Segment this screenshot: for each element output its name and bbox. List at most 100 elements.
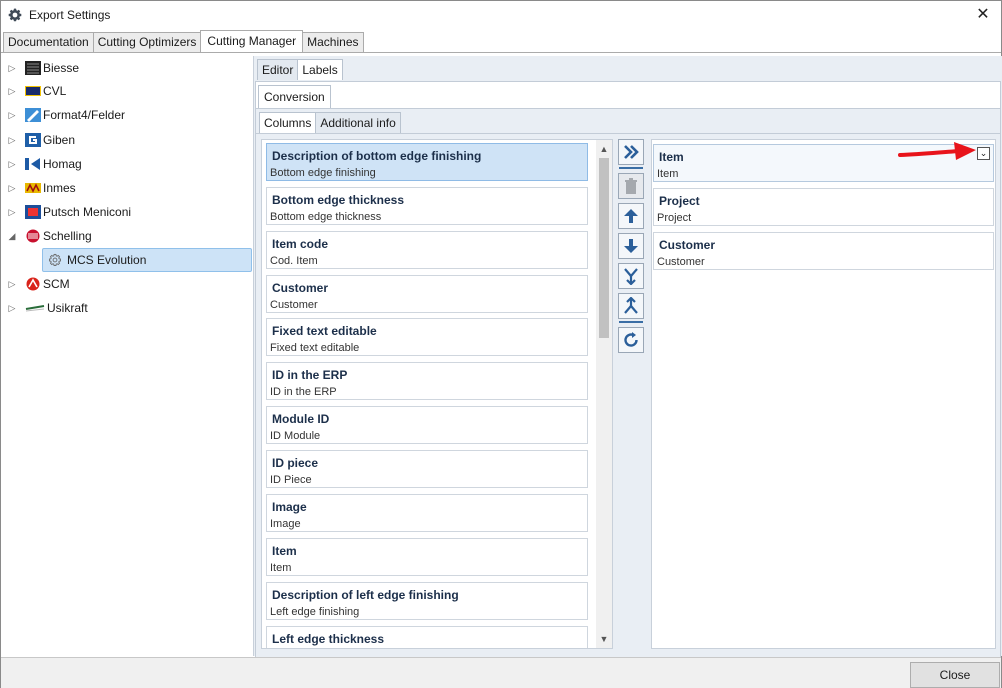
tab-machines[interactable]: Machines bbox=[302, 32, 364, 52]
tree-item-label: Schelling bbox=[43, 229, 92, 243]
refresh-icon bbox=[624, 332, 638, 347]
tab-conversion[interactable]: Conversion bbox=[258, 85, 331, 108]
list-item[interactable]: Left edge thickness bbox=[266, 626, 588, 648]
tab-divider bbox=[1, 52, 1001, 53]
list-item[interactable]: Module ID ID Module bbox=[266, 406, 588, 444]
editor-labels-tabs: Editor Labels bbox=[257, 59, 343, 81]
tree-item-format4-felder[interactable]: ▷ Format4/Felder bbox=[7, 104, 125, 126]
list-item[interactable]: Customer Customer bbox=[653, 232, 994, 270]
collapse-arrow-icon[interactable]: ◢ bbox=[7, 231, 17, 241]
expand-arrow-icon[interactable]: ▷ bbox=[7, 183, 17, 193]
tab-labels[interactable]: Labels bbox=[297, 59, 343, 80]
split-icon bbox=[624, 297, 638, 314]
arrow-up-icon bbox=[624, 209, 638, 223]
selected-columns-list[interactable]: Item Item ⌄ Project Project Customer Cus… bbox=[651, 139, 996, 649]
manufacturer-tree: ▷ Biesse ▷ CVL ▷ Format4/Felder ▷ Giben … bbox=[1, 56, 253, 656]
expand-arrow-icon[interactable]: ▷ bbox=[7, 207, 17, 217]
expand-arrow-icon[interactable]: ▷ bbox=[7, 63, 17, 73]
close-button[interactable]: Close bbox=[910, 662, 1000, 688]
expand-arrow-icon[interactable]: ▷ bbox=[7, 135, 17, 145]
expand-arrow-icon[interactable]: ▷ bbox=[7, 159, 17, 169]
window-title: Export Settings bbox=[29, 8, 111, 22]
gear-icon bbox=[8, 8, 22, 22]
add-column-button[interactable] bbox=[618, 139, 644, 165]
tab-cutting-manager[interactable]: Cutting Manager bbox=[200, 30, 304, 52]
schelling-logo-icon bbox=[26, 229, 40, 243]
merge-button[interactable] bbox=[618, 263, 644, 289]
gear-icon bbox=[49, 253, 61, 266]
usikraft-logo-icon bbox=[25, 305, 45, 312]
list-item[interactable]: Customer Customer bbox=[266, 275, 588, 313]
labels-pane: Conversion Columns Additional info Descr… bbox=[255, 81, 1001, 658]
tree-item-label: Giben bbox=[43, 133, 76, 147]
list-item[interactable]: Item code Cod. Item bbox=[266, 231, 588, 269]
tab-columns[interactable]: Columns bbox=[259, 112, 317, 133]
toolbar-separator bbox=[619, 321, 643, 323]
inmes-logo-icon bbox=[25, 183, 41, 193]
expand-arrow-icon[interactable]: ▷ bbox=[7, 86, 17, 96]
columns-area: Description of bottom edge finishing Bot… bbox=[256, 133, 1000, 658]
top-tab-bar: Documentation Cutting Optimizers Cutting… bbox=[3, 30, 364, 52]
dialog-footer: Close bbox=[1, 657, 1001, 688]
expand-arrow-icon[interactable]: ▷ bbox=[7, 279, 17, 289]
expand-arrow-icon[interactable]: ▷ bbox=[7, 110, 17, 120]
tree-item-mcs-evolution[interactable]: MCS Evolution bbox=[42, 248, 252, 272]
tree-item-homag[interactable]: ▷ Homag bbox=[7, 153, 82, 175]
list-item[interactable]: ID in the ERP ID in the ERP bbox=[266, 362, 588, 400]
available-columns-list[interactable]: Description of bottom edge finishing Bot… bbox=[261, 139, 613, 649]
tree-item-label: Putsch Meniconi bbox=[43, 205, 132, 219]
list-item[interactable]: Description of left edge finishing Left … bbox=[266, 582, 588, 620]
tree-item-label: Homag bbox=[43, 157, 82, 171]
list-item[interactable]: Item Item bbox=[266, 538, 588, 576]
tree-item-schelling[interactable]: ◢ Schelling bbox=[7, 225, 92, 247]
split-button[interactable] bbox=[618, 293, 644, 319]
title-bar: Export Settings ✕ bbox=[1, 1, 1001, 29]
tree-item-cvl[interactable]: ▷ CVL bbox=[7, 80, 67, 102]
expand-arrow-icon[interactable]: ▷ bbox=[7, 303, 17, 313]
tab-cutting-optimizers[interactable]: Cutting Optimizers bbox=[92, 32, 202, 52]
list-item[interactable]: Project Project bbox=[653, 188, 994, 226]
tree-item-label: Usikraft bbox=[47, 301, 88, 315]
export-settings-window: Export Settings ✕ Documentation Cutting … bbox=[0, 0, 1002, 688]
tree-item-scm[interactable]: ▷ SCM bbox=[7, 273, 70, 295]
tree-item-putsch-meniconi[interactable]: ▷ Putsch Meniconi bbox=[7, 201, 131, 223]
double-chevron-right-icon bbox=[624, 145, 639, 159]
expand-details-icon[interactable]: ⌄ bbox=[977, 147, 990, 160]
tab-additional-info[interactable]: Additional info bbox=[315, 112, 401, 133]
tree-item-giben[interactable]: ▷ Giben bbox=[7, 129, 75, 151]
biesse-logo-icon bbox=[25, 61, 41, 75]
tree-item-label: CVL bbox=[43, 84, 67, 98]
scrollbar-thumb[interactable] bbox=[599, 158, 609, 338]
format4-logo-icon bbox=[25, 108, 41, 122]
tab-documentation[interactable]: Documentation bbox=[3, 32, 94, 52]
vertical-scrollbar[interactable]: ▲ ▼ bbox=[596, 140, 612, 648]
tab-editor[interactable]: Editor bbox=[257, 59, 299, 80]
tree-item-label: SCM bbox=[43, 277, 70, 291]
toolbar-separator bbox=[619, 167, 643, 169]
reset-button[interactable] bbox=[618, 327, 644, 353]
move-up-button[interactable] bbox=[618, 203, 644, 229]
tree-item-biesse[interactable]: ▷ Biesse bbox=[7, 57, 79, 79]
putsch-logo-icon bbox=[25, 205, 41, 219]
homag-logo-icon bbox=[25, 158, 40, 170]
scroll-up-icon[interactable]: ▲ bbox=[596, 142, 612, 156]
move-down-button[interactable] bbox=[618, 233, 644, 259]
window-close-icon[interactable]: ✕ bbox=[973, 5, 993, 25]
list-item[interactable]: ID piece ID Piece bbox=[266, 450, 588, 488]
delete-column-button[interactable] bbox=[618, 173, 644, 199]
tree-item-inmes[interactable]: ▷ Inmes bbox=[7, 177, 76, 199]
tree-item-label: MCS Evolution bbox=[67, 253, 147, 267]
scroll-down-icon[interactable]: ▼ bbox=[596, 632, 612, 646]
settings-panel: Editor Labels Conversion Columns Additio… bbox=[253, 56, 1002, 658]
column-toolbar bbox=[618, 139, 644, 379]
list-item[interactable]: Image Image bbox=[266, 494, 588, 532]
scm-logo-icon bbox=[26, 277, 40, 291]
tree-item-label: Format4/Felder bbox=[43, 108, 126, 122]
annotation-arrow-icon bbox=[898, 142, 976, 160]
list-item[interactable]: Description of bottom edge finishing Bot… bbox=[266, 143, 588, 181]
list-item[interactable]: Bottom edge thickness Bottom edge thickn… bbox=[266, 187, 588, 225]
giben-logo-icon bbox=[25, 133, 41, 147]
tree-item-usikraft[interactable]: ▷ Usikraft bbox=[7, 297, 88, 319]
list-item[interactable]: Fixed text editable Fixed text editable bbox=[266, 318, 588, 356]
tree-item-label: Biesse bbox=[43, 61, 80, 75]
